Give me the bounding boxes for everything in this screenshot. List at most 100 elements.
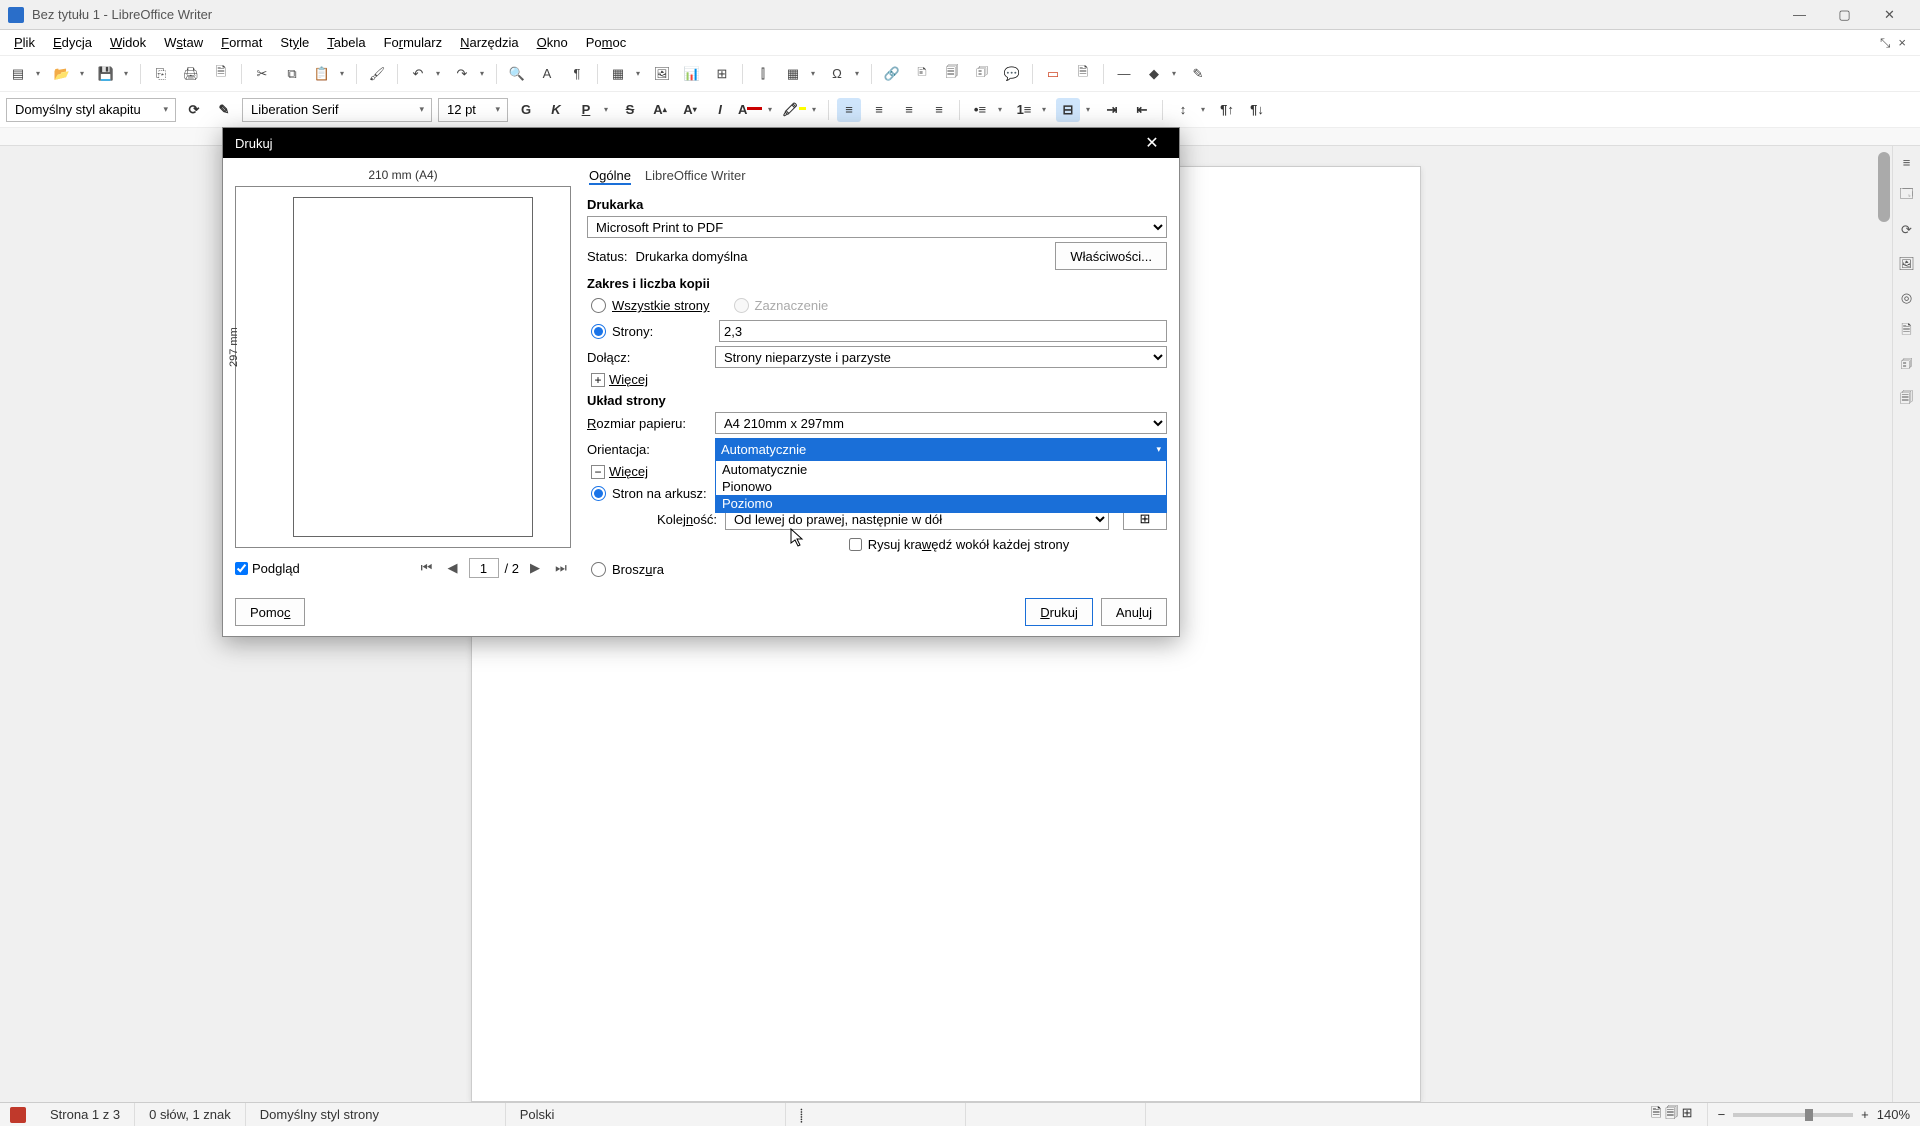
menu-okno[interactable]: Okno [529,33,576,52]
bullets-button[interactable]: •≡ [968,98,992,122]
line-icon[interactable]: — [1112,62,1136,86]
menu-wstaw[interactable]: Wstaw [156,33,211,52]
subscript-button[interactable]: A▾ [678,98,702,122]
pages-input[interactable] [719,320,1167,342]
sidebar-styles-icon[interactable]: ⟳ [1897,220,1917,240]
zoom-value[interactable]: 140% [1877,1107,1910,1122]
radio-pages-per-sheet[interactable]: Stron na arkusz: [591,486,711,501]
include-select[interactable]: Strony nieparzyste i parzyste [715,346,1167,368]
italic-button[interactable]: K [544,98,568,122]
status-insert-mode[interactable]: ⸽ [786,1103,966,1126]
font-size-combo[interactable]: 12 pt ▾ [438,98,508,122]
radio-pages[interactable]: Strony: [591,324,711,339]
hyperlink-icon[interactable]: 🔗 [880,62,904,86]
cross-ref-icon[interactable]: 🗊 [970,62,994,86]
menu-edycja[interactable]: Edycja [45,33,100,52]
printer-properties-button[interactable]: Właściwości... [1055,242,1167,270]
numbering-button[interactable]: 1≡ [1012,98,1036,122]
superscript-button[interactable]: A▴ [648,98,672,122]
copy-icon[interactable]: ⧉ [280,62,304,86]
orientation-option-auto[interactable]: Automatycznie [716,461,1166,478]
sidebar-navigator-icon[interactable]: ◎ [1897,288,1917,308]
orientation-select[interactable]: Automatycznie ▾ [715,438,1167,460]
print-button[interactable]: Drukuj [1025,598,1093,626]
undo-icon[interactable]: ↶ [406,62,430,86]
radio-brochure[interactable]: Broszura [591,562,711,577]
sidebar-manage-icon[interactable]: 🗐 [1897,390,1917,410]
save-icon[interactable]: 💾 [94,62,118,86]
font-name-combo[interactable]: Liberation Serif ▾ [242,98,432,122]
preview-checkbox-input[interactable] [235,562,248,575]
menu-tabela[interactable]: Tabela [319,33,373,52]
paste-icon[interactable]: 📋 [310,62,334,86]
spellcheck-icon[interactable]: A [535,62,559,86]
last-page-button[interactable]: ⏭ [551,558,571,578]
scrollbar-thumb[interactable] [1878,152,1890,222]
status-selection-mode[interactable] [966,1103,1146,1126]
redo-icon[interactable]: ↷ [450,62,474,86]
print-preview-icon[interactable]: 🗎 [209,62,233,86]
toolbar-close-icon[interactable]: × [1898,35,1906,51]
chart-insert-icon[interactable]: 📊 [680,62,704,86]
bookmark-icon[interactable]: 🗐 [940,62,964,86]
shapes-icon[interactable]: ◆ [1142,62,1166,86]
maximize-button[interactable]: ▢ [1822,0,1867,30]
menu-plik[interactable]: Plik [6,33,43,52]
paragraph-style-combo[interactable]: Domyślny styl akapitu ▾ [6,98,176,122]
zoom-in-icon[interactable]: + [1861,1107,1869,1122]
menu-widok[interactable]: Widok [102,33,154,52]
next-page-button[interactable]: ▶ [525,558,545,578]
clone-format-icon[interactable]: 🖌 [365,62,389,86]
clear-format-button[interactable]: I [708,98,732,122]
sidebar-page-icon[interactable]: 🗎 [1897,322,1917,342]
align-justify-button[interactable]: ≡ [927,98,951,122]
underline-button[interactable]: P [574,98,598,122]
align-left-button[interactable]: ≡ [837,98,861,122]
orientation-option-portrait[interactable]: Pionowo [716,478,1166,495]
footnote-icon[interactable]: 🗈 [910,62,934,86]
align-center-button[interactable]: ≡ [867,98,891,122]
update-style-icon[interactable]: ⟳ [182,98,206,122]
sidebar-menu-icon[interactable]: ≡ [1897,152,1917,172]
prev-page-button[interactable]: ◀ [443,558,463,578]
page-break-icon[interactable]: ⫿ [751,62,775,86]
align-right-button[interactable]: ≡ [897,98,921,122]
status-style[interactable]: Domyślny styl strony [246,1103,506,1126]
dialog-close-button[interactable]: ✕ [1137,133,1167,153]
status-view-icons[interactable]: 🗎 🗐 ⊞ [1637,1103,1708,1126]
draw-border-checkbox[interactable]: Rysuj krawędź wokół każdej strony [849,537,1070,552]
range-more-expand[interactable]: + Więcej [591,372,1167,387]
outline-button[interactable]: ⊟ [1056,98,1080,122]
line-spacing-button[interactable]: ↕ [1171,98,1195,122]
new-doc-icon[interactable]: ▤ [6,62,30,86]
status-lang[interactable]: Polski [506,1103,786,1126]
status-page[interactable]: Strona 1 z 3 [36,1103,135,1126]
strike-button[interactable]: S [618,98,642,122]
save-status-icon[interactable] [10,1107,26,1123]
close-window-button[interactable]: ✕ [1867,0,1912,30]
dialog-titlebar[interactable]: Drukuj ✕ [223,128,1179,158]
menu-formularz[interactable]: Formularz [376,33,451,52]
sidebar-gallery-icon[interactable]: 🖼 [1897,254,1917,274]
comment-icon[interactable]: 💬 [1000,62,1024,86]
para-spacing-dec-button[interactable]: ¶↓ [1245,98,1269,122]
paper-size-select[interactable]: A4 210mm x 297mm [715,412,1167,434]
para-spacing-inc-button[interactable]: ¶↑ [1215,98,1239,122]
find-icon[interactable]: 🔍 [505,62,529,86]
track-changes-icon[interactable]: ▭ [1041,62,1065,86]
cancel-button[interactable]: Anuluj [1101,598,1167,626]
record-changes-icon[interactable]: 🗎 [1071,62,1095,86]
minimize-button[interactable]: — [1777,0,1822,30]
sidebar-inspect-icon[interactable]: 🗊 [1897,356,1917,376]
radio-all-pages[interactable]: Wszystkie strony [591,298,710,313]
first-page-button[interactable]: ⏮ [417,558,437,578]
tab-writer[interactable]: LibreOffice Writer [645,168,746,185]
formatting-marks-icon[interactable]: ¶ [565,62,589,86]
status-words[interactable]: 0 słów, 1 znak [135,1103,246,1126]
toolbar-crosshair-icon[interactable]: ⤡ [1880,35,1890,51]
open-icon[interactable]: 📂 [50,62,74,86]
cut-icon[interactable]: ✂ [250,62,274,86]
menu-style[interactable]: Style [272,33,317,52]
printer-select[interactable]: Microsoft Print to PDF [587,216,1167,238]
field-icon[interactable]: ▦ [781,62,805,86]
